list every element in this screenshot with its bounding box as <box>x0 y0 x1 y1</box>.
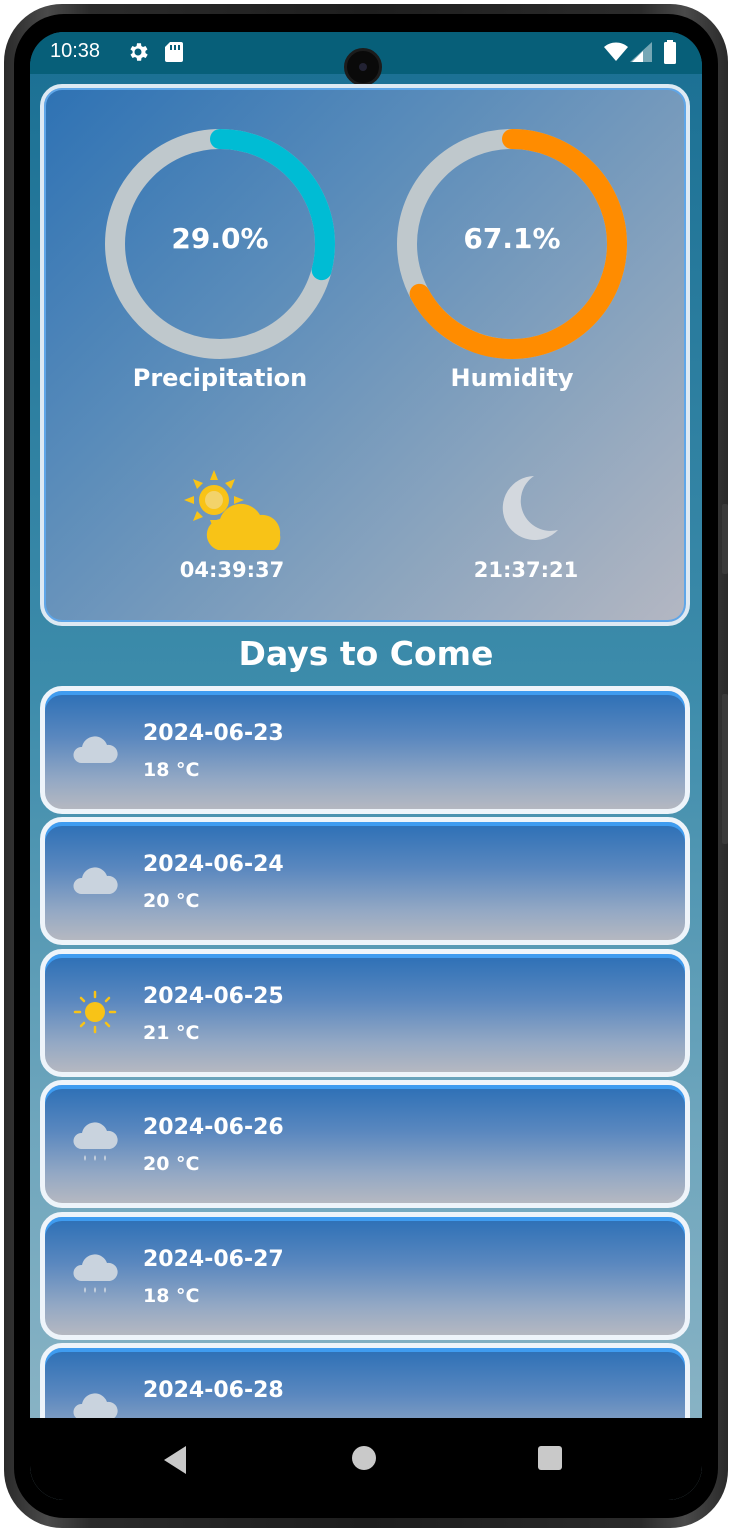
power-button <box>722 694 728 844</box>
forecast-temp: 20 °C <box>143 890 200 912</box>
precipitation-label: Precipitation <box>132 364 308 392</box>
forecast-card[interactable]: 2024-06-27 18 °C <box>40 1212 690 1340</box>
forecast-temp: 18 °C <box>143 1285 200 1307</box>
precipitation-gauge: 29.0% <box>102 126 338 362</box>
forecast-date: 2024-06-28 <box>143 1378 284 1403</box>
precipitation-value: 29.0% <box>171 222 269 255</box>
forecast-card[interactable]: 2024-06-24 20 °C <box>40 817 690 945</box>
front-camera <box>344 48 382 86</box>
forecast-date: 2024-06-24 <box>143 852 284 877</box>
gear-icon <box>130 43 148 61</box>
forecast-temp: 21 °C <box>143 1022 200 1044</box>
sunrise-time: 04:39:37 <box>179 558 285 582</box>
forecast-date: 2024-06-26 <box>143 1115 284 1140</box>
home-icon[interactable] <box>352 1446 376 1470</box>
cloud-icon <box>73 867 118 894</box>
humidity-value: 67.1% <box>463 222 561 255</box>
cloud-icon <box>73 736 118 763</box>
sun-icon <box>73 990 117 1034</box>
forecast-card[interactable]: 2024-06-26 20 °C <box>40 1080 690 1208</box>
battery-icon <box>664 40 676 64</box>
partly-sunny-icon <box>184 470 281 550</box>
moonrise-time: 21:37:21 <box>473 558 579 582</box>
forecast-date: 2024-06-27 <box>143 1247 284 1272</box>
forecast-date: 2024-06-25 <box>143 984 284 1009</box>
back-icon[interactable] <box>164 1446 188 1474</box>
forecast-card[interactable]: 2024-06-23 18 °C <box>40 686 690 814</box>
humidity-gauge: 67.1% <box>394 126 630 362</box>
sd-card-icon <box>165 42 183 62</box>
conditions-card: 29.0% Precipitation 67.1% Humidity 04:39… <box>40 84 690 626</box>
forecast-title: Days to Come <box>238 634 494 673</box>
moon-icon <box>502 476 558 540</box>
status-time: 10:38 <box>50 40 101 62</box>
navigation-bar <box>30 1418 702 1500</box>
forecast-temp: 18 °C <box>143 759 200 781</box>
screen: 10:38 29.0% Precipitation 67.1% Humidity… <box>30 32 702 1500</box>
rain-icon <box>73 1122 118 1161</box>
wifi-icon <box>604 42 628 61</box>
humidity-label: Humidity <box>450 364 574 392</box>
forecast-card[interactable]: 2024-06-25 21 °C <box>40 949 690 1077</box>
recents-icon[interactable] <box>538 1446 562 1470</box>
volume-button <box>722 504 728 574</box>
signal-icon <box>630 42 652 62</box>
rain-icon <box>73 1254 118 1293</box>
forecast-temp: 20 °C <box>143 1153 200 1175</box>
forecast-date: 2024-06-23 <box>143 721 284 746</box>
